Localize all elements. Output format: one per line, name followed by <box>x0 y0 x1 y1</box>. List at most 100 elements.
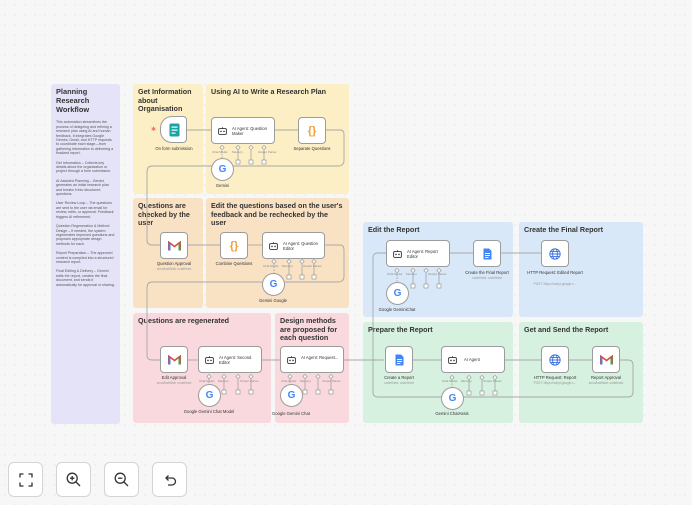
gemini-google-node[interactable]: G <box>262 273 285 296</box>
create-report-title: Create a Report <box>384 375 414 380</box>
port-memory-label: Memory <box>300 379 311 383</box>
port-chat-model-label: Chat Model <box>281 379 297 383</box>
create-final-report-sub: undefined: undefined <box>472 276 502 280</box>
gmail-icon <box>161 233 187 258</box>
gemini-title: Gemini <box>215 183 230 188</box>
create-report-node[interactable] <box>385 346 413 373</box>
second-editor-title: AI Agent: Second Editor <box>219 355 252 365</box>
create-report-sub: undefined: undefined <box>384 381 414 385</box>
second-editor-agent-node[interactable]: AI Agent: Second Editor <box>198 346 262 373</box>
report-approval-sub: sendAndWait: undefined <box>588 381 624 385</box>
google-geminichat-title: Google GeminiChat <box>378 307 416 312</box>
gemini-chatassis-title: Gemini ChatAssis <box>435 411 469 416</box>
edit-approval-sub: sendAndWait: undefined <box>156 381 192 385</box>
gemini-google-title: Gemini Google <box>259 298 287 303</box>
form-submission-node[interactable] <box>160 116 187 143</box>
http-request-edited-node[interactable] <box>541 240 569 267</box>
form-icon <box>167 122 181 138</box>
report-approval-node[interactable] <box>592 346 620 373</box>
globe-icon <box>542 241 568 266</box>
create-final-report-node[interactable] <box>473 240 501 267</box>
google-gemini-chat-title: Google Gemini Chat <box>272 411 310 416</box>
gmail-icon <box>161 347 187 372</box>
port-chat-model-label: Chat Model <box>442 379 458 383</box>
zoom-out-icon <box>114 472 129 487</box>
port-output-parser-label: Output Parser <box>322 379 341 383</box>
zoom-in-icon <box>66 472 81 487</box>
reset-zoom-button[interactable] <box>152 462 187 497</box>
google-icon: G <box>205 390 214 401</box>
ai-agent-node[interactable]: AI Agent <box>441 346 505 373</box>
separate-questions-node[interactable]: {} <box>298 117 326 144</box>
port-memory-label: Memory <box>406 272 417 276</box>
robot-icon <box>204 355 214 365</box>
google-icon: G <box>393 288 402 299</box>
code-braces-icon: {} <box>229 239 239 252</box>
google-gemini-chat-node[interactable]: G <box>280 384 303 407</box>
robot-icon <box>392 249 402 259</box>
port-output-parser-label: Output Parser <box>303 264 322 268</box>
combine-questions-node[interactable]: {} <box>220 232 248 259</box>
robot-icon <box>217 126 227 136</box>
port-memory-label: Memory <box>282 264 293 268</box>
port-chat-model-label: Chat Model <box>199 379 215 383</box>
ai-agent-title: AI Agent <box>464 357 480 362</box>
request-agent-title: AI Agent: Request... <box>301 355 339 360</box>
google-icon: G <box>218 164 227 175</box>
port-memory-label: Memory <box>218 379 229 383</box>
question-approval-sub: sendAndWait: undefined <box>156 267 192 271</box>
zoom-out-button[interactable] <box>104 462 139 497</box>
robot-icon <box>286 355 296 365</box>
report-approval-title: Report Approval <box>590 375 622 380</box>
port-output-parser-label: Output Parser <box>258 150 277 154</box>
google-icon: G <box>287 390 296 401</box>
question-maker-agent-node[interactable]: AI Agent: Question Maker <box>211 117 275 144</box>
google-gemini-chat-model-node[interactable]: G <box>198 384 221 407</box>
report-editor-title: AI Agent: Report Editor <box>407 249 438 259</box>
separate-questions-title: Separate Questions <box>293 146 331 151</box>
zoom-in-button[interactable] <box>56 462 91 497</box>
port-output-parser-label: Output Parser <box>483 379 502 383</box>
port-output-parser-label: Output Parser <box>428 272 447 276</box>
combine-questions-title: Combine Questions <box>215 261 253 266</box>
fit-view-button[interactable] <box>8 462 43 497</box>
port-memory-label: Memory <box>232 150 243 154</box>
question-approval-title: Question Approval <box>156 261 192 266</box>
edit-approval-title: Edit Approval <box>161 375 187 380</box>
gmail-icon <box>593 347 619 372</box>
http-request-edited-title: HTTP Request: Edited Report <box>527 270 583 275</box>
port-chat-model-label: Chat Model <box>263 264 279 268</box>
form-submission-title: On form submission <box>155 146 193 151</box>
trigger-bolt-icon: ✱ <box>151 127 157 133</box>
undo-icon <box>164 474 176 486</box>
question-editor-title: AI Agent: Question Editor <box>283 241 318 251</box>
code-braces-icon: {} <box>307 124 317 137</box>
google-geminichat-node[interactable]: G <box>386 282 409 305</box>
report-editor-agent-node[interactable]: AI Agent: Report Editor <box>386 240 450 267</box>
edit-approval-node[interactable] <box>160 346 188 373</box>
http-request-report-title: HTTP Request: Report <box>533 375 577 380</box>
google-docs-icon <box>474 241 500 266</box>
google-icon: G <box>269 279 278 290</box>
robot-icon <box>447 355 457 365</box>
port-chat-model-label: Chat Model <box>212 150 228 154</box>
request-agent-node[interactable]: AI Agent: Request... <box>280 346 344 373</box>
gemini-chatassis-node[interactable]: G <box>441 387 464 410</box>
google-docs-icon <box>386 347 412 372</box>
gemini-model-node[interactable]: G <box>211 158 234 181</box>
port-memory-label: Memory <box>461 379 472 383</box>
http-request-edited-sub: POST: https://script.google.c... <box>533 282 577 286</box>
fit-view-icon <box>18 472 33 487</box>
connections-layer <box>146 129 634 399</box>
question-approval-node[interactable] <box>160 232 188 259</box>
google-gemini-chat-model-title: Google Gemini Chat Model <box>183 409 235 414</box>
robot-icon <box>268 241 278 251</box>
google-icon: G <box>448 393 457 404</box>
question-maker-title: AI Agent: Question Maker <box>232 126 267 136</box>
port-chat-model-label: Chat Model <box>387 272 403 276</box>
question-editor-agent-node[interactable]: AI Agent: Question Editor <box>262 232 325 259</box>
http-request-report-node[interactable] <box>541 346 569 373</box>
port-output-parser-label: Output Parser <box>240 379 259 383</box>
globe-icon <box>542 347 568 372</box>
create-final-report-title: Create the Final Report <box>465 270 509 275</box>
